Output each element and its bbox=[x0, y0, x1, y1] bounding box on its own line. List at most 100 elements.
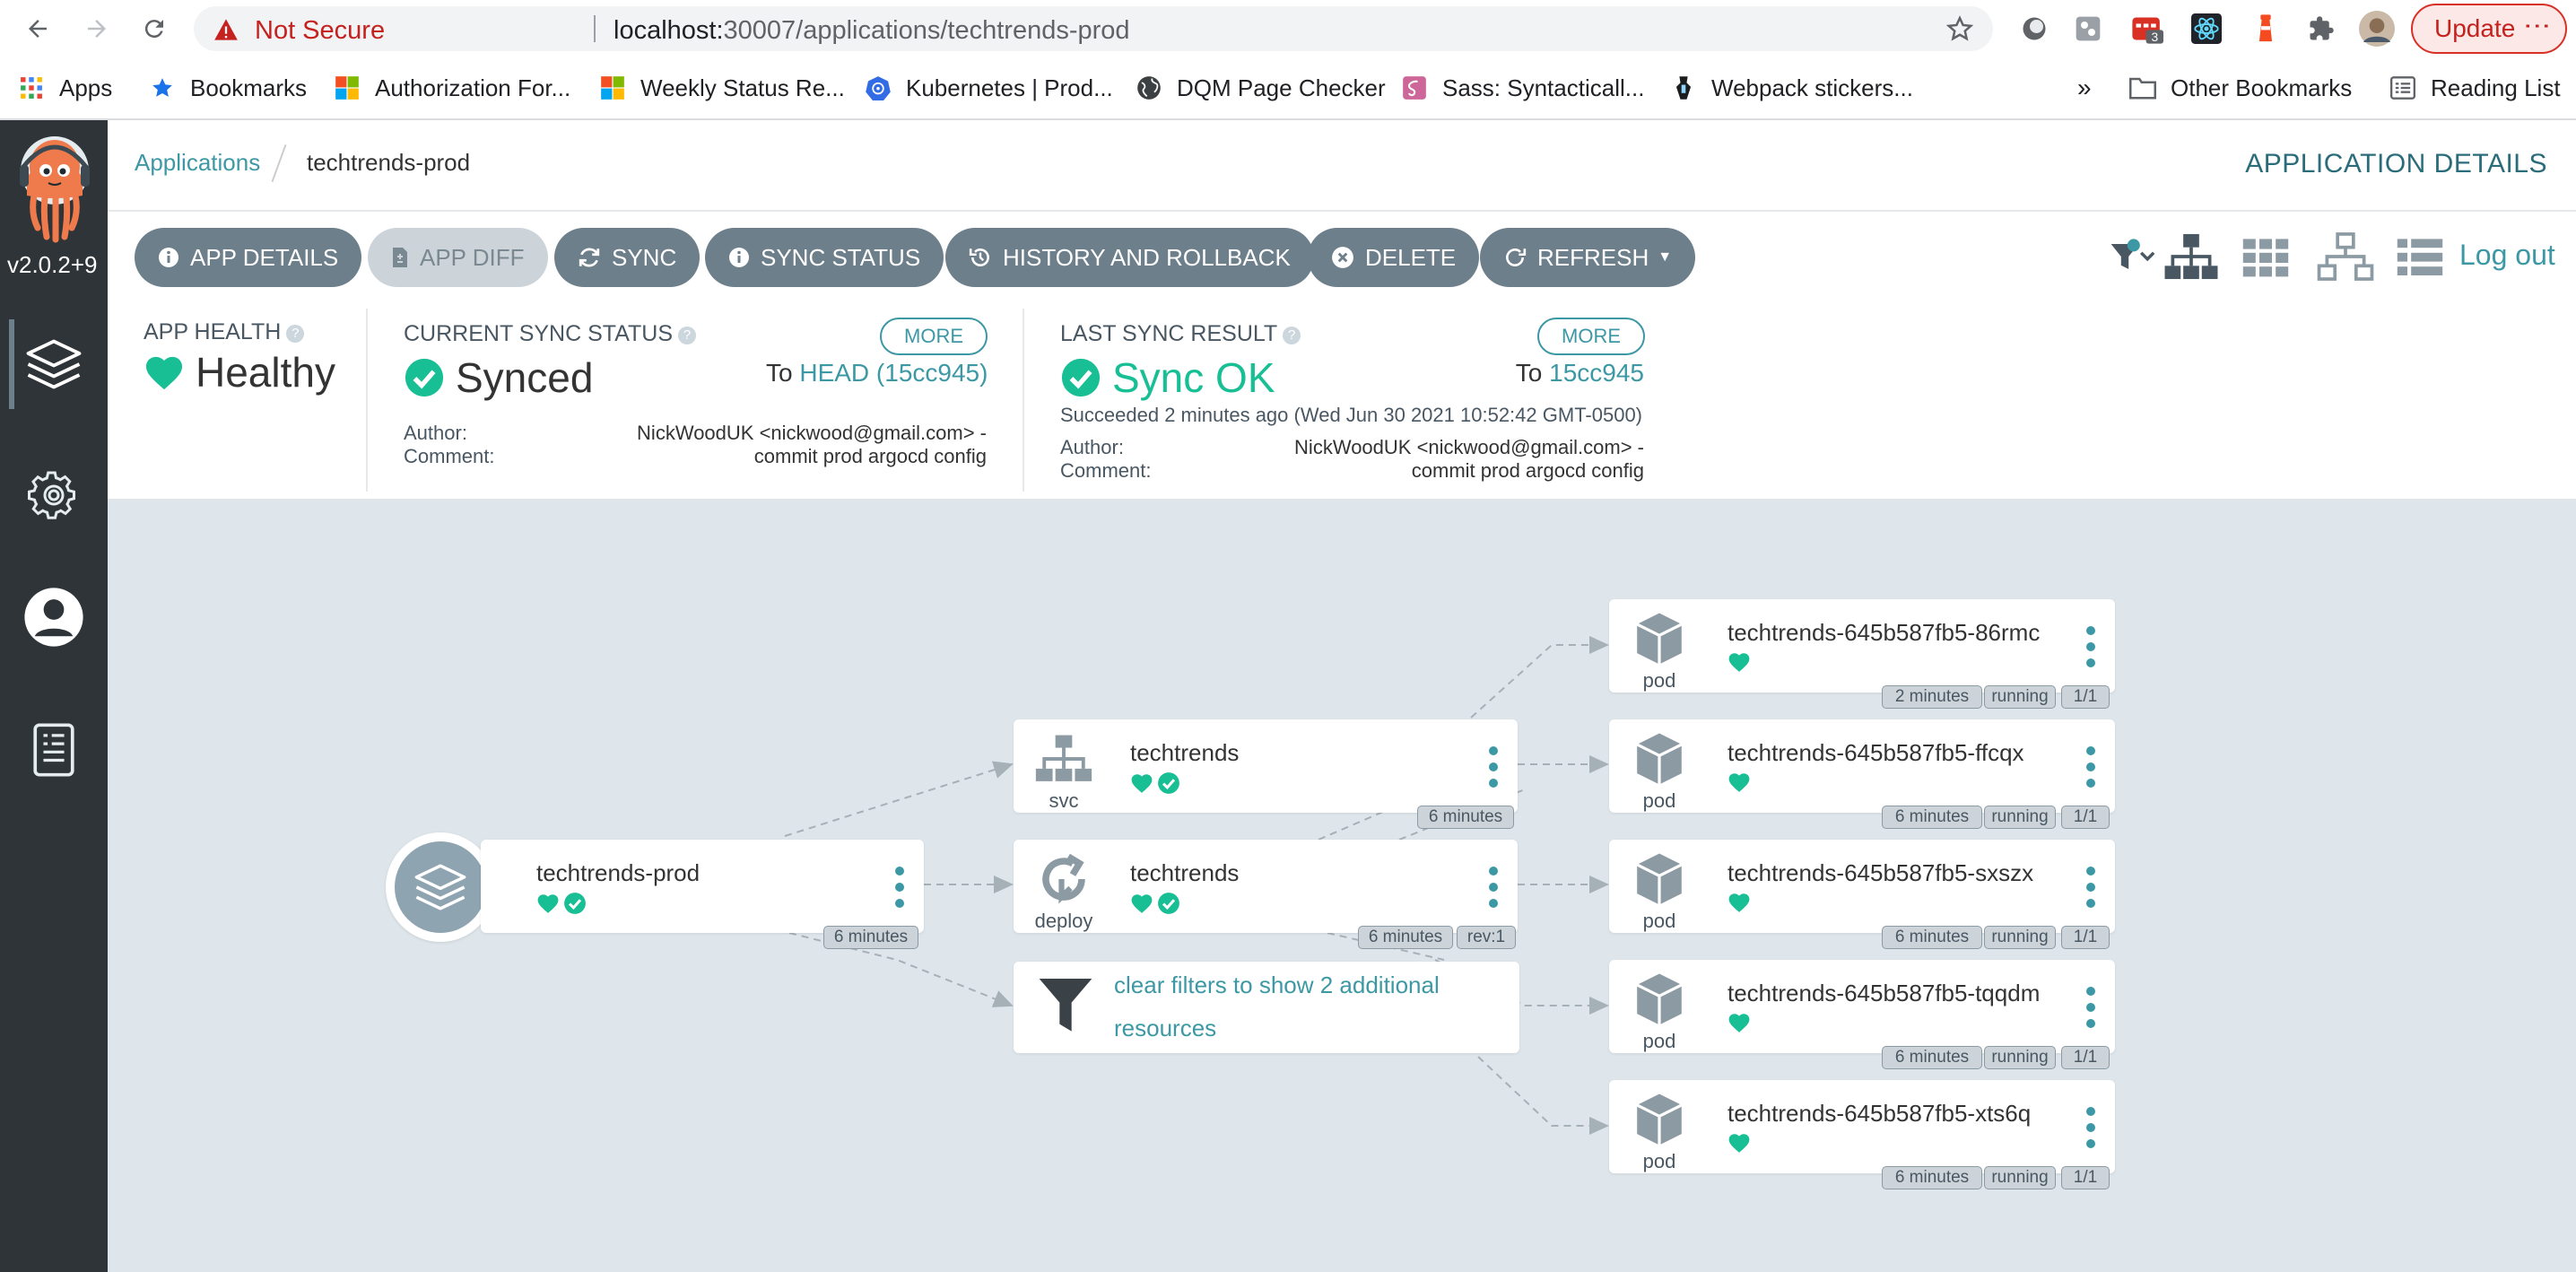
profile-avatar-icon[interactable] bbox=[2357, 9, 2397, 48]
svc-node[interactable]: svc techtrends bbox=[1014, 719, 1518, 813]
list-view-icon[interactable] bbox=[2395, 231, 2445, 285]
deploy-node[interactable]: deploy techtrends bbox=[1014, 840, 1518, 933]
more-vert-icon[interactable]: ⋮ bbox=[2521, 13, 2553, 38]
age-tag: 6 minutes bbox=[1882, 806, 1982, 829]
url-text[interactable]: localhost:30007/applications/techtrends-… bbox=[614, 16, 1130, 46]
node-name: techtrends-645b587fb5-xts6q bbox=[1727, 1100, 2032, 1127]
breadcrumb-applications[interactable]: Applications bbox=[135, 149, 260, 177]
user-info-icon[interactable] bbox=[23, 587, 84, 648]
extension-circle-icon[interactable] bbox=[2015, 9, 2054, 48]
address-bar[interactable]: Not Secure localhost:30007/applications/… bbox=[194, 6, 1993, 51]
url-divider bbox=[594, 15, 596, 42]
bookmark-bookmarks[interactable]: Bookmarks bbox=[149, 72, 307, 104]
reload-icon[interactable] bbox=[135, 9, 174, 48]
sync-button[interactable]: SYNC bbox=[554, 228, 701, 287]
author-label: Author: bbox=[1060, 436, 1124, 458]
app-node[interactable]: techtrends-prod bbox=[481, 840, 924, 933]
bookmark-webpack[interactable]: Webpack stickers... bbox=[1670, 72, 1913, 104]
check-circle-icon bbox=[1061, 358, 1101, 397]
sync-status-button[interactable]: SYNC STATUS bbox=[705, 228, 944, 287]
app-node-icon[interactable] bbox=[386, 832, 495, 942]
pod-node[interactable]: pod techtrends-645b587fb5-tqqdm bbox=[1609, 960, 2115, 1053]
ready-tag: 1/1 bbox=[2061, 1046, 2110, 1069]
ready-tag: 1/1 bbox=[2061, 1166, 2110, 1189]
node-menu-icon[interactable] bbox=[2086, 626, 2095, 667]
extension-calendar-icon[interactable]: 3 bbox=[2128, 9, 2167, 48]
pod-node[interactable]: pod techtrends-645b587fb5-ffcqx bbox=[1609, 719, 2115, 813]
age-tag: 6 minutes bbox=[1882, 1166, 1982, 1189]
network-view-icon[interactable] bbox=[2316, 231, 2375, 285]
comment-value: commit prod argocd config bbox=[753, 445, 987, 467]
node-status bbox=[1130, 892, 1180, 915]
pod-node[interactable]: pod techtrends-645b587fb5-86rmc bbox=[1609, 599, 2115, 693]
action-toolbar: APP DETAILS APP DIFF SYNC SYNC STATUS HI… bbox=[108, 212, 2576, 301]
status-tag: running bbox=[1984, 806, 2056, 829]
breadcrumb-separator bbox=[271, 144, 287, 183]
pods-grid-view-icon[interactable] bbox=[2241, 231, 2291, 285]
filter-icon[interactable] bbox=[2106, 231, 2156, 285]
back-arrow-icon[interactable] bbox=[18, 9, 57, 48]
bookmarks-overflow-button[interactable]: » bbox=[2077, 72, 2092, 104]
clear-filters-link[interactable]: clear filters to show 2 additional resou… bbox=[1114, 963, 1527, 1050]
sync-text: Synced bbox=[456, 354, 594, 401]
file-diff-icon bbox=[391, 247, 409, 268]
app-details-button[interactable]: APP DETAILS bbox=[135, 228, 362, 287]
age-tag: 6 minutes bbox=[1417, 806, 1514, 829]
node-menu-icon[interactable] bbox=[1489, 867, 1498, 908]
node-menu-icon[interactable] bbox=[895, 867, 904, 908]
node-menu-icon[interactable] bbox=[2086, 867, 2095, 908]
react-devtools-icon[interactable] bbox=[2187, 9, 2226, 48]
bookmark-apps[interactable]: Apps bbox=[18, 72, 112, 104]
update-button[interactable]: Update ⋮ bbox=[2411, 4, 2567, 54]
bookmark-sass[interactable]: Sass: Syntacticall... bbox=[1401, 72, 1644, 104]
last-revision-link[interactable]: 15cc945 bbox=[1549, 359, 1644, 387]
to-label: To bbox=[766, 359, 793, 387]
delete-button[interactable]: DELETE bbox=[1308, 228, 1480, 287]
age-tag: 6 minutes bbox=[1882, 1046, 1982, 1069]
logout-link[interactable]: Log out bbox=[2459, 239, 2555, 272]
help-icon[interactable]: ? bbox=[1283, 327, 1301, 344]
help-icon[interactable]: ? bbox=[286, 325, 305, 343]
argo-octopus-logo[interactable] bbox=[11, 131, 99, 248]
pod-node[interactable]: pod techtrends-645b587fb5-sxszx bbox=[1609, 840, 2115, 933]
other-bookmarks-folder[interactable]: Other Bookmarks bbox=[2129, 72, 2352, 104]
tree-view-icon[interactable] bbox=[2162, 231, 2221, 285]
label-text: CURRENT SYNC STATUS bbox=[404, 321, 674, 346]
bookmark-kubernetes[interactable]: Kubernetes | Prod... bbox=[865, 72, 1113, 104]
sync-more-button[interactable]: MORE bbox=[880, 318, 988, 355]
bookmark-authorization[interactable]: Authorization For... bbox=[334, 72, 570, 104]
settings-gear-icon[interactable] bbox=[23, 465, 84, 526]
bookmark-dqm[interactable]: DQM Page Checker bbox=[1136, 72, 1386, 104]
lighthouse-icon[interactable] bbox=[2246, 9, 2285, 48]
documentation-icon[interactable] bbox=[23, 719, 84, 780]
app-diff-button[interactable]: APP DIFF bbox=[368, 228, 548, 287]
bookmark-star-icon[interactable] bbox=[1945, 15, 1974, 47]
heart-icon bbox=[1728, 893, 1750, 912]
node-menu-icon[interactable] bbox=[2086, 987, 2095, 1028]
update-label: Update bbox=[2434, 14, 2516, 42]
extensions-puzzle-icon[interactable] bbox=[2302, 9, 2341, 48]
heart-icon bbox=[1728, 1014, 1750, 1032]
node-menu-icon[interactable] bbox=[1489, 746, 1498, 788]
reading-list[interactable]: Reading List bbox=[2389, 72, 2561, 104]
node-name: techtrends-prod bbox=[536, 859, 701, 886]
extension-puzzle-grey-icon[interactable] bbox=[2068, 9, 2108, 48]
node-kind: pod bbox=[1642, 1030, 1676, 1052]
help-icon[interactable]: ? bbox=[678, 327, 697, 344]
app-health-value: Healthy bbox=[144, 348, 335, 396]
node-name: techtrends bbox=[1130, 739, 1240, 766]
node-menu-icon[interactable] bbox=[2086, 746, 2095, 788]
pod-node[interactable]: pod techtrends-645b587fb5-xts6q bbox=[1609, 1080, 2115, 1173]
last-sync-more-button[interactable]: MORE bbox=[1537, 318, 1645, 355]
applications-layers-icon[interactable] bbox=[23, 334, 84, 395]
bookmark-weekly-status[interactable]: Weekly Status Re... bbox=[599, 72, 845, 104]
service-tree-icon bbox=[1030, 730, 1098, 788]
history-rollback-button[interactable]: HISTORY AND ROLLBACK bbox=[945, 228, 1314, 287]
node-menu-icon[interactable] bbox=[2086, 1107, 2095, 1148]
author-value: NickWoodUK <nickwood@gmail.com> - bbox=[637, 422, 987, 444]
status-panel: APP HEALTH? Healthy CURRENT SYNC STATUS?… bbox=[108, 301, 2576, 501]
refresh-button[interactable]: REFRESH ▼ bbox=[1480, 228, 1696, 287]
head-revision-link[interactable]: HEAD (15cc945) bbox=[799, 359, 988, 387]
button-label: REFRESH bbox=[1537, 243, 1649, 271]
forward-arrow-icon[interactable] bbox=[77, 9, 117, 48]
